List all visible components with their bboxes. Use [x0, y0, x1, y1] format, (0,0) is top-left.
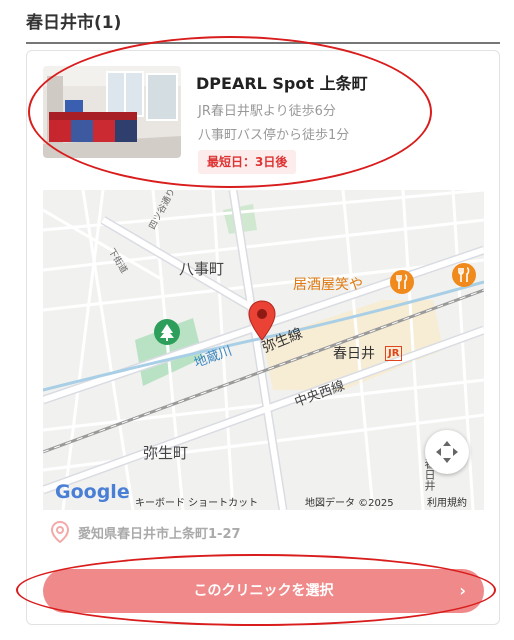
- map-data-text: 地図データ ©2025: [305, 498, 394, 509]
- expand-map-button[interactable]: [425, 430, 469, 474]
- map-label-izakaya[interactable]: 居酒屋笑や: [293, 274, 363, 294]
- earliest-date-badge: 最短日：3日後: [198, 150, 297, 174]
- location-pin-icon: [50, 521, 70, 543]
- map-label-yayoi-cho: 弥生町: [143, 444, 189, 462]
- restaurant-icon[interactable]: [452, 263, 476, 287]
- section-title: 春日井市(1): [26, 13, 122, 33]
- access-bus: 八事町バス停から徒歩1分: [198, 128, 350, 143]
- select-clinic-label: このクリニックを選択: [193, 583, 334, 599]
- map-pin-icon[interactable]: [247, 300, 277, 342]
- chevron-right-icon: ›: [459, 581, 466, 600]
- park-icon[interactable]: [154, 319, 180, 345]
- jr-badge: JR: [385, 346, 403, 361]
- section-divider: [26, 42, 500, 44]
- clinic-photo[interactable]: [43, 66, 181, 158]
- address-text: 愛知県春日井市上条町1-27: [78, 527, 241, 542]
- map-label-yagoto-cho: 八事町: [179, 260, 225, 278]
- terms-link[interactable]: 利用規約: [427, 494, 467, 509]
- clinic-name[interactable]: DPEARL Spot 上条町: [196, 70, 368, 94]
- select-clinic-button[interactable]: このクリニックを選択 ›: [43, 569, 484, 613]
- access-station: JR春日井駅より徒歩6分: [198, 104, 336, 119]
- map[interactable]: 八事町 居酒屋笑や 弥生線 春日井 JR 地蔵川 中央西線 弥生町 下街道 四ツ…: [43, 190, 484, 510]
- map-label-kasugai-station[interactable]: 春日井: [333, 343, 375, 363]
- google-logo: Google: [55, 481, 130, 503]
- expand-icon: [436, 441, 458, 463]
- restaurant-icon[interactable]: [390, 270, 414, 294]
- keyboard-shortcuts-link[interactable]: キーボード ショートカット: [135, 494, 258, 509]
